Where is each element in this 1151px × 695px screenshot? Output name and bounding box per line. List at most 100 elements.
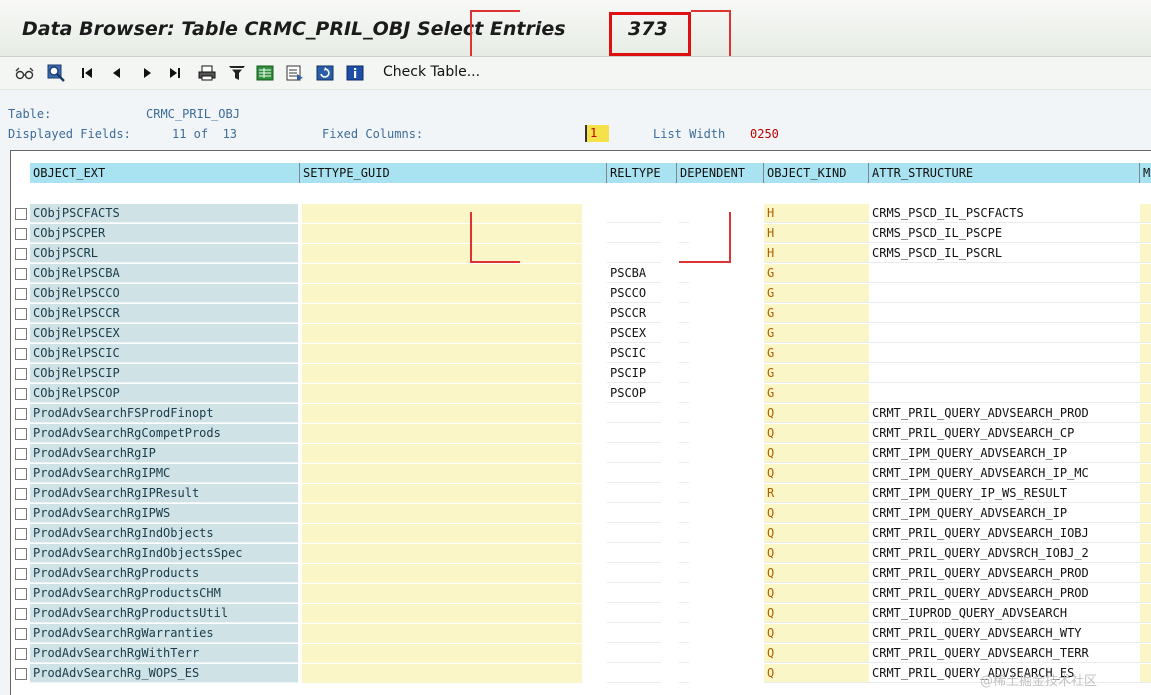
table-row[interactable]: CObjPSCPER H CRMS_PSCD_IL_PSCPE xyxy=(11,224,1151,244)
cell-object-ext[interactable]: CObjRelPSCOP xyxy=(30,384,298,403)
cell-attr-structure[interactable]: CRMT_IPM_QUERY_ADVSEARCH_IP xyxy=(869,444,1140,463)
table-row[interactable]: ProdAdvSearchRgIPResult R CRMT_IPM_QUERY_I… xyxy=(11,484,1151,504)
cell-settype-guid[interactable] xyxy=(302,404,582,423)
info-icon[interactable] xyxy=(344,63,366,83)
column-header-object-ext[interactable]: OBJECT_EXT xyxy=(30,163,300,183)
cell-reltype[interactable] xyxy=(607,564,661,583)
cell-object-kind[interactable]: Q xyxy=(764,504,869,523)
cell-object-kind[interactable]: G xyxy=(764,344,869,363)
cell-object-ext[interactable]: ProdAdvSearchRgIPMC xyxy=(30,464,298,483)
row-select-checkbox[interactable] xyxy=(15,208,27,220)
cell-reltype[interactable]: PSCEX xyxy=(607,324,661,343)
cell-object-ext[interactable]: CObjRelPSCIC xyxy=(30,344,298,363)
table-row[interactable]: CObjRelPSCCR PSCCR G xyxy=(11,304,1151,324)
cell-reltype[interactable] xyxy=(607,504,661,523)
cell-object-ext[interactable]: ProdAdvSearchRgWithTerr xyxy=(30,644,298,663)
cell-dependent[interactable] xyxy=(679,644,689,663)
column-header-object-kind[interactable]: OBJECT_KIND xyxy=(764,163,869,183)
cell-settype-guid[interactable] xyxy=(302,564,582,583)
row-select-checkbox[interactable] xyxy=(15,568,27,580)
cell-attr-structure[interactable]: CRMT_IPM_QUERY_ADVSEARCH_IP xyxy=(869,504,1140,523)
cell-dependent[interactable] xyxy=(679,424,689,443)
cell-settype-guid[interactable] xyxy=(302,364,582,383)
cell-attr-structure[interactable]: CRMT_PRIL_QUERY_ADVSEARCH_PROD xyxy=(869,584,1140,603)
cell-settype-guid[interactable] xyxy=(302,484,582,503)
refresh-icon[interactable] xyxy=(314,63,336,83)
cell-settype-guid[interactable] xyxy=(302,284,582,303)
cell-settype-guid[interactable] xyxy=(302,384,582,403)
cell-attr-structure[interactable]: CRMS_PSCD_IL_PSCRL xyxy=(869,244,1140,263)
cell-object-kind[interactable]: Q xyxy=(764,464,869,483)
cell-reltype[interactable] xyxy=(607,244,661,263)
cell-more[interactable] xyxy=(1140,304,1151,323)
cell-more[interactable] xyxy=(1140,424,1151,443)
cell-dependent[interactable] xyxy=(679,664,689,683)
cell-object-ext[interactable]: CObjPSCFACTS xyxy=(30,204,298,223)
table-row[interactable]: CObjPSCRL H CRMS_PSCD_IL_PSCRL xyxy=(11,244,1151,264)
cell-attr-structure[interactable]: CRMT_PRIL_QUERY_ADVSEARCH_TERR xyxy=(869,644,1140,663)
cell-object-kind[interactable]: Q xyxy=(764,424,869,443)
cell-object-kind[interactable]: H xyxy=(764,204,869,223)
row-select-checkbox[interactable] xyxy=(15,468,27,480)
cell-more[interactable] xyxy=(1140,224,1151,243)
row-select-checkbox[interactable] xyxy=(15,408,27,420)
cell-object-kind[interactable]: Q xyxy=(764,444,869,463)
cell-settype-guid[interactable] xyxy=(302,584,582,603)
cell-reltype[interactable]: PSCCR xyxy=(607,304,661,323)
next-page-icon[interactable] xyxy=(140,63,156,83)
cell-object-ext[interactable]: ProdAdvSearchRgProducts xyxy=(30,564,298,583)
cell-object-kind[interactable]: Q xyxy=(764,624,869,643)
row-select-checkbox[interactable] xyxy=(15,588,27,600)
last-page-icon[interactable] xyxy=(166,63,184,83)
cell-object-kind[interactable]: H xyxy=(764,224,869,243)
glasses-icon[interactable] xyxy=(14,63,36,83)
row-select-checkbox[interactable] xyxy=(15,328,27,340)
cell-reltype[interactable] xyxy=(607,604,661,623)
cell-object-ext[interactable]: ProdAdvSearchRgWarranties xyxy=(30,624,298,643)
cell-reltype[interactable] xyxy=(607,224,661,243)
cell-attr-structure[interactable] xyxy=(869,324,1140,343)
row-select-checkbox[interactable] xyxy=(15,508,27,520)
cell-settype-guid[interactable] xyxy=(302,624,582,643)
row-select-checkbox[interactable] xyxy=(15,368,27,380)
cell-more[interactable] xyxy=(1140,624,1151,643)
cell-object-kind[interactable]: G xyxy=(764,304,869,323)
cell-object-kind[interactable]: G xyxy=(764,324,869,343)
cell-object-kind[interactable]: Q xyxy=(764,544,869,563)
cell-dependent[interactable] xyxy=(679,464,689,483)
row-select-checkbox[interactable] xyxy=(15,628,27,640)
cell-attr-structure[interactable]: CRMT_IPM_QUERY_ADVSEARCH_IP_MC xyxy=(869,464,1140,483)
cell-reltype[interactable] xyxy=(607,524,661,543)
cell-reltype[interactable]: PSCCO xyxy=(607,284,661,303)
cell-reltype[interactable]: PSCIC xyxy=(607,344,661,363)
cell-object-kind[interactable]: G xyxy=(764,364,869,383)
cell-attr-structure[interactable] xyxy=(869,284,1140,303)
cell-object-ext[interactable]: ProdAdvSearchRgProductsCHM xyxy=(30,584,298,603)
cell-settype-guid[interactable] xyxy=(302,304,582,323)
cell-settype-guid[interactable] xyxy=(302,204,582,223)
cell-settype-guid[interactable] xyxy=(302,324,582,343)
cell-object-ext[interactable]: ProdAdvSearchRgIndObjectsSpec xyxy=(30,544,298,563)
column-header-dependent[interactable]: DEPENDENT xyxy=(677,163,764,183)
column-header-attr-structure[interactable]: ATTR_STRUCTURE xyxy=(869,163,1140,183)
row-select-checkbox[interactable] xyxy=(15,248,27,260)
cell-attr-structure[interactable]: CRMT_PRIL_QUERY_ADVSEARCH_IOBJ xyxy=(869,524,1140,543)
table-row[interactable]: ProdAdvSearchFSProdFinopt Q CRMT_PRIL_QUER… xyxy=(11,404,1151,424)
cell-settype-guid[interactable] xyxy=(302,424,582,443)
cell-object-kind[interactable]: Q xyxy=(764,584,869,603)
cell-attr-structure[interactable] xyxy=(869,304,1140,323)
cell-object-ext[interactable]: ProdAdvSearchRgIndObjects xyxy=(30,524,298,543)
cell-attr-structure[interactable]: CRMT_PRIL_QUERY_ADVSEARCH_WTY xyxy=(869,624,1140,643)
cell-object-kind[interactable]: Q xyxy=(764,564,869,583)
cell-dependent[interactable] xyxy=(679,584,689,603)
cell-object-ext[interactable]: CObjRelPSCCR xyxy=(30,304,298,323)
cell-attr-structure[interactable]: CRMT_PRIL_QUERY_ADVSEARCH_PROD xyxy=(869,564,1140,583)
cell-object-ext[interactable]: CObjRelPSCIP xyxy=(30,364,298,383)
cell-attr-structure[interactable]: CRMT_PRIL_QUERY_ADVSRCH_IOBJ_2 xyxy=(869,544,1140,563)
cell-more[interactable] xyxy=(1140,264,1151,283)
cell-object-ext[interactable]: ProdAdvSearchRgIPResult xyxy=(30,484,298,503)
row-select-checkbox[interactable] xyxy=(15,428,27,440)
cell-dependent[interactable] xyxy=(679,364,689,383)
cell-object-ext[interactable]: CObjRelPSCCO xyxy=(30,284,298,303)
cell-more[interactable] xyxy=(1140,544,1151,563)
